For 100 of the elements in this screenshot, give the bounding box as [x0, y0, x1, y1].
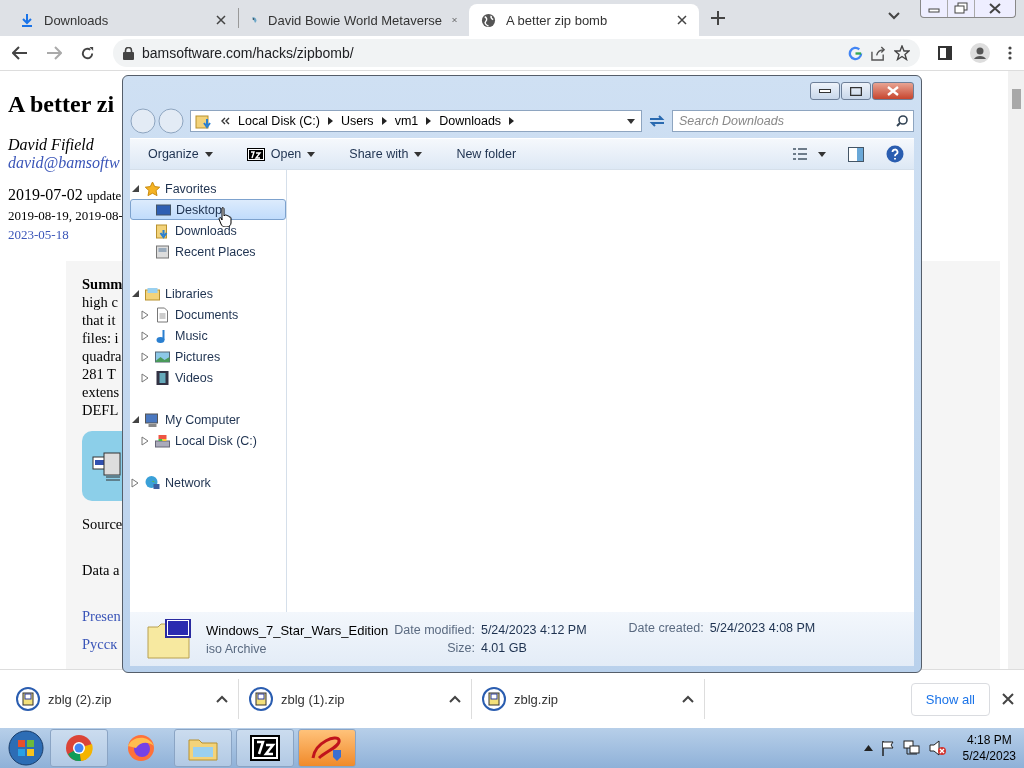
summary-text: quadra	[82, 347, 122, 365]
search-icon[interactable]	[896, 115, 908, 127]
nav-item[interactable]: Music	[130, 325, 286, 346]
article-link[interactable]: Presen	[82, 607, 121, 625]
chevron-right-icon[interactable]	[426, 117, 432, 125]
close-icon[interactable]	[677, 15, 687, 25]
archive-icon	[249, 687, 273, 711]
breadcrumb-item[interactable]: Downloads	[439, 114, 502, 128]
nav-item[interactable]: Downloads	[130, 220, 286, 241]
data-text: Data a	[82, 561, 120, 579]
toolbar-button[interactable]: Organize	[140, 143, 221, 165]
nav-item[interactable]: Favorites	[130, 178, 286, 199]
start-button[interactable]	[6, 729, 46, 767]
globe-icon	[144, 474, 161, 491]
archive-icon	[482, 687, 506, 711]
expand-arrow-icon[interactable]	[140, 372, 150, 383]
scrollbar[interactable]	[1008, 71, 1024, 669]
picture-icon	[154, 348, 171, 365]
chrome-taskbar-icon[interactable]	[50, 729, 108, 767]
chevron-up-icon[interactable]	[682, 695, 694, 703]
menu-icon[interactable]	[1008, 46, 1012, 60]
globe-icon	[481, 12, 496, 28]
show-all-button[interactable]: Show all	[910, 682, 990, 716]
zip-drawing	[92, 451, 122, 481]
document-icon	[154, 306, 171, 323]
nav-item[interactable]: Local Disk (C:)	[130, 430, 286, 451]
date-link[interactable]: 2023-05-18	[8, 227, 69, 243]
collapse-arrow-icon[interactable]	[131, 416, 139, 423]
email-link[interactable]: david@bamsoftw	[8, 154, 120, 172]
archive-icon	[16, 687, 40, 711]
article-link[interactable]: Русск	[82, 635, 118, 653]
close-icon[interactable]	[1002, 693, 1014, 705]
chevron-right-icon[interactable]	[327, 117, 333, 125]
collapse-arrow-icon[interactable]	[131, 290, 139, 297]
maximize-button[interactable]	[841, 82, 871, 100]
iso-file-icon	[146, 619, 192, 659]
search-field[interactable]: Search Downloads	[672, 110, 914, 132]
dropdown-icon	[818, 151, 826, 157]
side-panel-icon[interactable]	[938, 46, 952, 60]
expand-arrow-icon[interactable]	[130, 477, 140, 488]
share-icon[interactable]	[871, 45, 886, 61]
muted-speaker-icon[interactable]	[928, 740, 947, 756]
view-icon[interactable]	[792, 148, 808, 160]
reload-icon[interactable]	[80, 45, 95, 61]
nav-item[interactable]: Libraries	[130, 283, 286, 304]
tray-up-icon[interactable]	[863, 745, 873, 751]
breadcrumb-item[interactable]: vm1	[394, 114, 419, 128]
download-item[interactable]: zblg.zip	[472, 679, 705, 719]
clock[interactable]: 4:18 PM 5/24/2023	[962, 732, 1016, 764]
summary-text: DEFL	[82, 401, 119, 419]
nav-item[interactable]: My Computer	[130, 409, 286, 430]
lock-icon[interactable]	[123, 46, 134, 60]
nav-item[interactable]: Desktop	[130, 199, 286, 220]
toolbar-button[interactable]: Open	[238, 143, 324, 165]
preview-pane-icon[interactable]	[848, 146, 864, 162]
download-item[interactable]: zblg (2).zip	[6, 679, 239, 719]
nav-item[interactable]: Videos	[130, 367, 286, 388]
minimize-button[interactable]	[810, 82, 840, 100]
close-icon[interactable]	[216, 15, 226, 25]
sevenzip-icon	[246, 147, 265, 161]
back-icon[interactable]	[12, 46, 28, 60]
toolbar-button[interactable]: Share with	[341, 143, 431, 165]
browser-tab[interactable]: A better zip bomb	[469, 4, 699, 36]
address-bar[interactable]: Local Disk (C:) Users vm1 Downloads	[190, 110, 642, 132]
caret-icon	[414, 151, 423, 157]
nav-item[interactable]: Pictures	[130, 346, 286, 367]
help-icon[interactable]	[886, 145, 904, 163]
flag-icon[interactable]	[880, 740, 895, 756]
breadcrumb-item[interactable]: Local Disk (C:)	[238, 114, 320, 128]
collapse-arrow-icon[interactable]	[131, 185, 139, 192]
chevron-down-icon[interactable]	[888, 12, 900, 20]
desktop-icon	[155, 201, 172, 218]
chevron-up-icon[interactable]	[449, 695, 461, 703]
breadcrumb-item[interactable]: Users	[340, 114, 374, 128]
close-button[interactable]	[872, 82, 914, 100]
browser-tab[interactable]: Downloads	[8, 4, 238, 36]
star-icon[interactable]	[894, 45, 910, 61]
nav-item[interactable]: Documents	[130, 304, 286, 325]
network-icon[interactable]	[902, 740, 921, 756]
nav-item[interactable]: Network	[130, 472, 286, 493]
caret-icon	[204, 151, 213, 157]
expand-arrow-icon[interactable]	[140, 309, 150, 320]
chevron-up-icon[interactable]	[216, 695, 228, 703]
download-item[interactable]: zblg (1).zip	[239, 679, 472, 719]
new-tab-icon[interactable]	[711, 11, 725, 25]
chevron-right-icon[interactable]	[509, 117, 515, 125]
double-chevron-icon	[221, 117, 230, 125]
avatar-icon[interactable]	[970, 43, 990, 63]
drive-icon	[154, 432, 171, 449]
toolbar-button[interactable]: New folder	[448, 143, 525, 165]
expand-arrow-icon[interactable]	[140, 330, 150, 341]
expand-arrow-icon[interactable]	[140, 351, 150, 362]
expand-arrow-icon[interactable]	[140, 435, 150, 446]
browser-tab[interactable]: David Bowie World Metaverse	[239, 4, 469, 36]
publish-date: 2019-07-02	[8, 186, 83, 203]
google-icon[interactable]	[848, 45, 863, 61]
installer-taskbar-icon[interactable]	[298, 729, 356, 767]
sevenzip-taskbar-icon[interactable]	[236, 729, 294, 767]
chevron-right-icon[interactable]	[381, 117, 387, 125]
nav-item[interactable]: Recent Places	[130, 241, 286, 262]
